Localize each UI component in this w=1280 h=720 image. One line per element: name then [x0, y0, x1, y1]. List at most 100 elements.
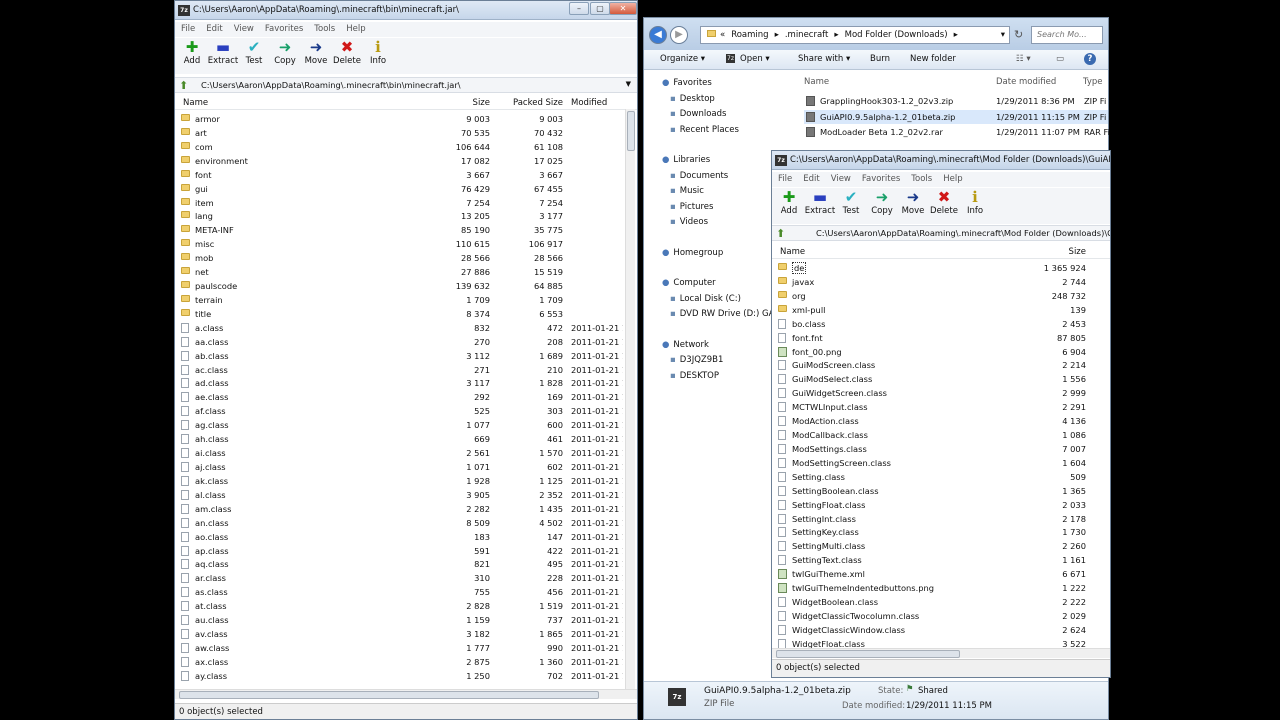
table-row[interactable]: SettingMulti.class 2 260	[772, 539, 1110, 553]
exp-col-date[interactable]: Date modified	[996, 77, 1056, 87]
table-row[interactable]: title 8 374 6 553	[175, 307, 625, 321]
table-row[interactable]: ar.class 310 228 2011-01-21 1·	[175, 571, 625, 585]
info-button[interactable]: ℹ Info	[362, 39, 394, 67]
table-row[interactable]: misc 110 615 106 917	[175, 237, 625, 251]
menu-favorites[interactable]: Favorites	[856, 172, 905, 184]
nav-music[interactable]: ▪ Music	[670, 186, 704, 196]
table-row[interactable]: org 248 732	[772, 289, 1110, 303]
table-row[interactable]: WidgetClassicWindow.class 2 624	[772, 623, 1110, 637]
table-row[interactable]: mob 28 566 28 566	[175, 251, 625, 265]
delete-button[interactable]: ✖ Delete	[331, 39, 363, 67]
table-row[interactable]: ModSettings.class 7 007	[772, 442, 1110, 456]
table-row[interactable]: WidgetBoolean.class 2 222	[772, 595, 1110, 609]
add-button[interactable]: ✚ Add	[176, 39, 208, 67]
list-item[interactable]: GrapplingHook303-1.2_02v3.zip 1/29/2011 8…	[804, 94, 1108, 108]
table-row[interactable]: bo.class 2 453	[772, 317, 1110, 331]
table-row[interactable]: af.class 525 303 2011-01-21 1·	[175, 404, 625, 418]
table-row[interactable]: item 7 254 7 254	[175, 196, 625, 210]
menu-tools[interactable]: Tools	[308, 22, 340, 34]
table-row[interactable]: at.class 2 828 1 519 2011-01-21 1·	[175, 599, 625, 613]
breadcrumb-separator[interactable]: ▸	[775, 30, 779, 40]
breadcrumb-item[interactable]: Roaming	[731, 30, 768, 40]
table-row[interactable]: a.class 832 472 2011-01-21 1·	[175, 321, 625, 335]
table-row[interactable]: lang 13 205 3 177	[175, 209, 625, 223]
breadcrumb-separator[interactable]: ▸	[834, 30, 838, 40]
table-row[interactable]: net 27 886 15 519	[175, 265, 625, 279]
extract-button[interactable]: ▬ Extract	[804, 189, 836, 217]
col-packed[interactable]: Packed Size	[495, 98, 563, 108]
menu-view[interactable]: View	[825, 172, 856, 184]
table-row[interactable]: SettingKey.class 1 730	[772, 525, 1110, 539]
table-row[interactable]: GuiWidgetScreen.class 2 999	[772, 386, 1110, 400]
cmd-organize[interactable]: Organize ▾	[660, 54, 705, 64]
jar-address-bar[interactable]: ⬆ C:\Users\Aaron\AppData\Roaming\.minecr…	[175, 77, 637, 93]
nav-videos[interactable]: ▪ Videos	[670, 217, 708, 227]
nav-desktop[interactable]: ▪ Desktop	[670, 94, 715, 104]
nav-pictures[interactable]: ▪ Pictures	[670, 202, 713, 212]
search-input[interactable]: Search Mo...	[1031, 26, 1103, 44]
table-row[interactable]: twlGuiTheme.xml 6 671	[772, 567, 1110, 581]
table-row[interactable]: aw.class 1 777 990 2011-01-21 1·	[175, 641, 625, 655]
table-row[interactable]: ao.class 183 147 2011-01-21 1·	[175, 530, 625, 544]
test-button[interactable]: ✔ Test	[238, 39, 270, 67]
table-row[interactable]: au.class 1 159 737 2011-01-21 1·	[175, 613, 625, 627]
jar-vscroll-thumb[interactable]	[627, 111, 635, 151]
move-button[interactable]: ➜ Move	[300, 39, 332, 67]
zip-titlebar[interactable]: 7z C:\Users\Aaron\AppData\Roaming\.minec…	[772, 151, 1110, 170]
table-row[interactable]: ax.class 2 875 1 360 2011-01-21 1·	[175, 655, 625, 669]
table-row[interactable]: Setting.class 509	[772, 470, 1110, 484]
table-row[interactable]: ae.class 292 169 2011-01-21 1·	[175, 390, 625, 404]
table-row[interactable]: ag.class 1 077 600 2011-01-21 1·	[175, 418, 625, 432]
table-row[interactable]: font 3 667 3 667	[175, 168, 625, 182]
breadcrumb-separator[interactable]: «	[720, 30, 725, 40]
table-row[interactable]: terrain 1 709 1 709	[175, 293, 625, 307]
menu-view[interactable]: View	[228, 22, 259, 34]
menu-file[interactable]: File	[175, 22, 200, 34]
delete-button[interactable]: ✖ Delete	[928, 189, 960, 217]
nav-documents[interactable]: ▪ Documents	[670, 171, 728, 181]
table-row[interactable]: armor 9 003 9 003	[175, 112, 625, 126]
nav-network[interactable]: ● Network	[662, 340, 709, 350]
table-row[interactable]: ay.class 1 250 702 2011-01-21 1·	[175, 669, 625, 683]
col-size[interactable]: Size	[435, 98, 490, 108]
back-button[interactable]: ◀	[649, 26, 667, 44]
jar-address-path[interactable]: C:\Users\Aaron\AppData\Roaming\.minecraf…	[201, 80, 461, 90]
jar-horizontal-scrollbar[interactable]	[175, 689, 637, 699]
exp-col-type[interactable]: Type	[1083, 77, 1103, 87]
breadcrumb-item[interactable]: Mod Folder (Downloads)	[845, 30, 948, 40]
table-row[interactable]: ai.class 2 561 1 570 2011-01-21 1·	[175, 446, 625, 460]
table-row[interactable]: aj.class 1 071 602 2011-01-21 1·	[175, 460, 625, 474]
forward-button[interactable]: ▶	[670, 26, 688, 44]
close-button[interactable]: ✕	[609, 2, 637, 15]
jar-vertical-scrollbar[interactable]	[625, 109, 635, 689]
table-row[interactable]: gui 76 429 67 455	[175, 182, 625, 196]
move-button[interactable]: ➜ Move	[897, 189, 929, 217]
table-row[interactable]: ak.class 1 928 1 125 2011-01-21 1·	[175, 474, 625, 488]
breadcrumb-item[interactable]: .minecraft	[785, 30, 829, 40]
add-button[interactable]: ✚ Add	[773, 189, 805, 217]
breadcrumb[interactable]: « Roaming ▸ .minecraft ▸ Mod Folder (Download…	[700, 26, 1010, 44]
breadcrumb-separator[interactable]: ▸	[954, 30, 958, 40]
zip-address-bar[interactable]: ⬆ C:\Users\Aaron\AppData\Roaming\.minecr…	[772, 225, 1110, 241]
table-row[interactable]: META-INF 85 190 35 775	[175, 223, 625, 237]
nav-homegroup[interactable]: ● Homegroup	[662, 248, 723, 258]
extract-button[interactable]: ▬ Extract	[207, 39, 239, 67]
table-row[interactable]: SettingFloat.class 2 033	[772, 498, 1110, 512]
preview-pane-icon[interactable]: ▭	[1056, 54, 1064, 64]
table-row[interactable]: SettingText.class 1 161	[772, 553, 1110, 567]
up-folder-icon[interactable]: ⬆	[179, 79, 188, 92]
nav-downloads[interactable]: ▪ Downloads	[670, 109, 726, 119]
menu-edit[interactable]: Edit	[200, 22, 227, 34]
table-row[interactable]: ab.class 3 112 1 689 2011-01-21 1·	[175, 349, 625, 363]
menu-edit[interactable]: Edit	[797, 172, 824, 184]
table-row[interactable]: al.class 3 905 2 352 2011-01-21 1·	[175, 488, 625, 502]
breadcrumb-dropdown-icon[interactable]: ▾	[1001, 30, 1005, 40]
nav-local-disk--c--[interactable]: ▪ Local Disk (C:)	[670, 294, 741, 304]
list-item[interactable]: GuiAPI0.9.5alpha-1.2_01beta.zip 1/29/2011…	[804, 109, 1108, 124]
table-row[interactable]: art 70 535 70 432	[175, 126, 625, 140]
nav-computer[interactable]: ● Computer	[662, 278, 716, 288]
table-row[interactable]: ModCallback.class 1 086	[772, 428, 1110, 442]
table-row[interactable]: de 1 365 924	[772, 261, 1110, 275]
cmd-burn[interactable]: Burn	[870, 54, 890, 64]
table-row[interactable]: paulscode 139 632 64 885	[175, 279, 625, 293]
